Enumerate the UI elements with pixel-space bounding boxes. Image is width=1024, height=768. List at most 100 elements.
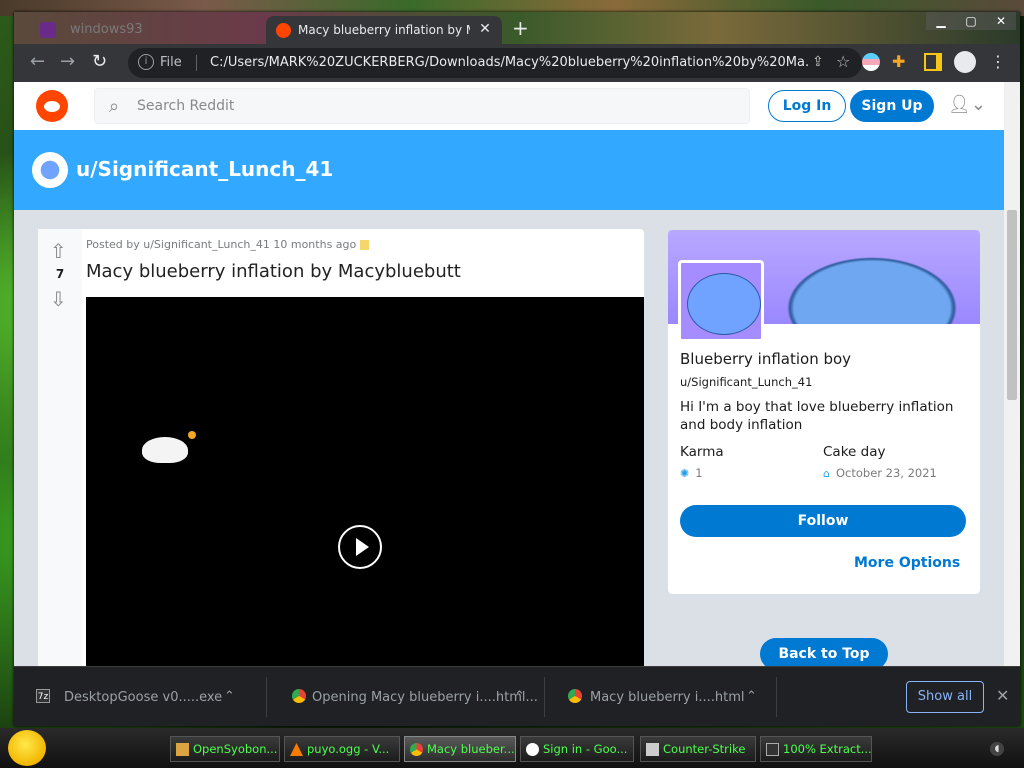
download-item[interactable]: Opening Macy blueberry i....html... ⌃ — [270, 667, 542, 727]
taskbar-item-7zip[interactable]: 100% Extract... — [760, 736, 872, 762]
cake-day-date: October 23, 2021 — [835, 466, 937, 480]
forward-arrow-icon[interactable]: → — [60, 52, 75, 72]
play-button[interactable] — [338, 525, 382, 569]
user-menu-icon[interactable]: 👤︎⌄ — [948, 94, 986, 115]
7zip-file-icon: 7z — [36, 689, 50, 703]
download-item[interactable]: Macy blueberry i....html ⌃ — [546, 667, 766, 727]
divider — [266, 677, 267, 717]
taskbar-item-sign-in[interactable]: Sign in - Goo... — [520, 736, 634, 762]
taskbar-item-label: Macy blueber... — [427, 742, 515, 756]
scheme-label: File — [160, 55, 182, 70]
back-arrow-icon[interactable]: ← — [30, 52, 45, 72]
follow-button[interactable]: Follow — [680, 505, 966, 537]
extensions-puzzle-icon[interactable]: ✚ — [892, 53, 910, 71]
show-all-button[interactable]: Show all — [906, 681, 984, 713]
counter-strike-icon — [646, 743, 659, 756]
new-tab-button[interactable]: + — [512, 18, 529, 38]
post-meta-text: Posted by u/Significant_Lunch_41 10 mont… — [86, 238, 357, 251]
more-options-button[interactable]: More Options — [854, 555, 960, 571]
divider — [776, 677, 777, 717]
reddit-logo-icon[interactable] — [36, 90, 68, 122]
7zip-icon — [766, 743, 779, 756]
sign-up-button[interactable]: Sign Up — [850, 90, 934, 122]
url-text[interactable]: C:/Users/MARK%20ZUCKERBERG/Downloads/Mac… — [210, 55, 810, 70]
tab-close-icon[interactable]: ✕ — [476, 20, 494, 38]
vote-column: ⇧ 7 ⇩ — [38, 229, 82, 666]
taskbar-item-label: Sign in - Goo... — [543, 742, 628, 756]
page-viewport: ⌕ Log In Sign Up 👤︎⌄ u/Significant_Lunch… — [14, 82, 1020, 666]
upvote-arrow-icon[interactable]: ⇧ — [50, 239, 67, 263]
reload-icon[interactable]: ↻ — [92, 52, 107, 72]
address-separator — [196, 55, 197, 71]
chrome-icon — [410, 743, 423, 756]
tab-active-reddit[interactable]: Macy blueberry inflation by Mac ✕ — [266, 16, 502, 44]
tab-windows93[interactable]: windows93 — [34, 16, 262, 44]
post-title[interactable]: Macy blueberry inflation by Macybluebutt — [86, 261, 461, 282]
karma-number: 1 — [695, 466, 703, 480]
search-box[interactable]: ⌕ — [94, 88, 750, 124]
search-icon: ⌕ — [109, 96, 120, 117]
taskbar-item-counter-strike[interactable]: Counter-Strike — [640, 736, 756, 762]
reddit-header: ⌕ Log In Sign Up 👤︎⌄ — [14, 82, 1004, 130]
banner-username[interactable]: u/Significant_Lunch_41 — [76, 157, 333, 181]
google-icon — [526, 743, 539, 756]
cake-day-label: Cake day — [823, 444, 886, 460]
taskbar-item-chrome-active[interactable]: Macy blueber... — [404, 736, 516, 762]
search-input[interactable] — [137, 95, 737, 117]
taskbar-item-label: OpenSyobon... — [193, 742, 278, 756]
taskbar-item-label: puyo.ogg - V... — [307, 742, 390, 756]
post-meta: Posted by u/Significant_Lunch_41 10 mont… — [86, 238, 370, 251]
downvote-arrow-icon[interactable]: ⇩ — [50, 287, 67, 311]
back-to-top-button[interactable]: Back to Top — [760, 638, 888, 666]
scrollbar-thumb[interactable] — [1007, 210, 1017, 400]
taskbar-item-vlc[interactable]: puyo.ogg - V... — [284, 736, 400, 762]
chrome-file-icon — [292, 689, 306, 703]
log-in-button[interactable]: Log In — [768, 90, 846, 122]
minimize-icon[interactable]: ▁ — [926, 12, 956, 30]
taskbar-item-label: Counter-Strike — [663, 742, 746, 756]
vote-count: 7 — [55, 267, 65, 281]
close-icon[interactable]: ✕ — [996, 686, 1009, 705]
reddit-favicon-icon — [276, 23, 291, 38]
desktop-goose-sprite — [142, 431, 196, 463]
banner-avatar — [32, 152, 68, 188]
start-button[interactable] — [8, 730, 46, 766]
karma-value: ✺ 1 — [680, 466, 703, 480]
taskbar: OpenSyobon... puyo.ogg - V... Macy blueb… — [0, 728, 1024, 768]
windows93-favicon-icon — [40, 22, 56, 38]
kebab-menu-icon[interactable]: ⋮ — [990, 53, 1008, 71]
banner-artwork — [772, 248, 972, 324]
vlc-cone-icon — [290, 743, 303, 756]
video-player[interactable] — [86, 297, 644, 666]
taskbar-item-label: 100% Extract... — [783, 742, 872, 756]
extension-flag-icon[interactable] — [862, 53, 880, 71]
profile-username: u/Significant_Lunch_41 — [680, 375, 813, 389]
download-name: DesktopGoose v0.....exe — [64, 690, 223, 705]
address-bar[interactable]: i File C:/Users/MARK%20ZUCKERBERG/Downlo… — [128, 48, 862, 78]
chevron-up-icon[interactable]: ⌃ — [224, 689, 235, 704]
chevron-up-icon[interactable]: ⌃ — [746, 689, 757, 704]
taskbar-item-opensyobon[interactable]: OpenSyobon... — [170, 736, 280, 762]
download-item[interactable]: 7z DesktopGoose v0.....exe ⌃ — [14, 667, 262, 727]
window-close-icon[interactable]: ✕ — [986, 12, 1016, 30]
info-icon[interactable]: i — [138, 54, 154, 70]
app-icon — [176, 743, 189, 756]
karma-icon: ✺ — [680, 467, 690, 480]
chevron-up-icon[interactable]: ⌃ — [514, 689, 525, 704]
maximize-icon[interactable]: ▢ — [956, 12, 986, 30]
download-name: Opening Macy blueberry i....html... — [312, 690, 538, 705]
profile-display-name: Blueberry inflation boy — [680, 350, 852, 368]
side-panel-icon[interactable] — [924, 53, 942, 71]
tab-title: Macy blueberry inflation by Mac — [298, 23, 470, 37]
share-icon[interactable]: ⇪ — [812, 54, 824, 70]
profile-avatar-icon[interactable] — [954, 51, 976, 73]
cake-icon: ⌂ — [823, 467, 830, 480]
cake-day-value: ⌂ October 23, 2021 — [823, 466, 937, 480]
karma-label: Karma — [680, 444, 724, 460]
profile-avatar — [678, 260, 764, 342]
tab-strip: windows93 Macy blueberry inflation by Ma… — [14, 12, 1020, 44]
bookmark-star-icon[interactable]: ☆ — [836, 52, 850, 71]
tray-volume-icon[interactable]: ◖ — [990, 742, 1004, 756]
profile-bio: Hi I'm a boy that love blueberry inflati… — [680, 399, 954, 433]
downloads-bar: 7z DesktopGoose v0.....exe ⌃ Opening Mac… — [14, 666, 1020, 726]
